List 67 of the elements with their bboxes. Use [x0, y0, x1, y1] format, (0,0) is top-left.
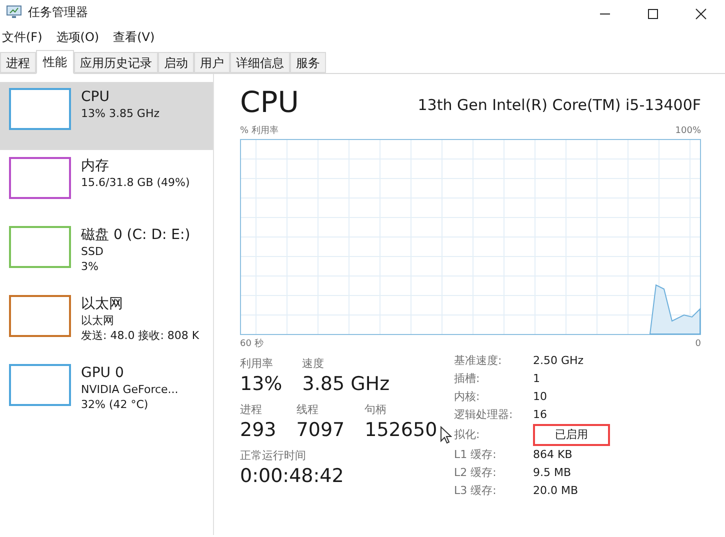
spec-label: L3 缓存:	[454, 483, 498, 499]
item-detail: 15.6/31.8 GB (49%)	[81, 175, 190, 190]
sidebar-item[interactable]: 以太网 以太网 发送: 48.0 接收: 808 K	[0, 289, 213, 357]
spec-value: 1	[533, 371, 541, 387]
tab[interactable]: 性能	[36, 50, 74, 74]
stat-label: 速度	[302, 357, 326, 371]
stat-label: 进程	[240, 403, 263, 417]
spec-value: 10	[533, 389, 548, 405]
item-name: CPU	[81, 88, 110, 106]
tab[interactable]: 启动	[158, 52, 194, 73]
menu-item[interactable]: 选项(O)	[56, 28, 100, 46]
stat-value: 3.85 GHz	[302, 372, 390, 397]
spec-label: 内核:	[454, 389, 481, 405]
stat-value: 7097	[296, 418, 345, 443]
spec-label: L1 缓存:	[454, 447, 498, 463]
stat-label: 利用率	[240, 357, 274, 371]
tab[interactable]: 应用历史记录	[74, 52, 158, 73]
axis-label: 0	[695, 338, 701, 350]
axis-label: 100%	[675, 125, 701, 138]
sidebar-item[interactable]: GPU 0 NVIDIA GeForce... 32% (42 °C)	[0, 358, 213, 426]
maximize-icon[interactable]	[647, 8, 659, 20]
highlight-box: 已启用	[533, 424, 610, 446]
tab[interactable]: 用户	[194, 52, 230, 73]
item-name: 以太网	[81, 295, 124, 313]
stat-value: 0:00:48:42	[240, 464, 344, 489]
item-name: 磁盘 0 (C: D: E:)	[81, 226, 190, 244]
spec-label: 基准速度:	[454, 353, 503, 369]
spec-value: 9.5 MB	[533, 465, 572, 481]
item-detail: SSD	[81, 244, 104, 259]
tab[interactable]: 服务	[290, 52, 326, 73]
cpu-model: 13th Gen Intel(R) Core(TM) i5-13400F	[418, 94, 701, 116]
item-detail: 以太网	[81, 313, 115, 328]
stat-label: 线程	[296, 403, 320, 417]
sidebar-item[interactable]: 磁盘 0 (C: D: E:) SSD 3%	[0, 220, 213, 288]
item-detail: 3%	[81, 259, 100, 274]
window-title: 任务管理器	[28, 4, 88, 21]
spec-value: 16	[533, 407, 548, 423]
stat-label: 正常运行时间	[240, 449, 307, 463]
item-name: 内存	[81, 157, 110, 175]
spec-value: 2.50 GHz	[533, 353, 585, 369]
stat-label: 句柄	[364, 403, 388, 417]
stat-value: 152650	[364, 418, 438, 443]
spec-label: L2 缓存:	[454, 465, 498, 481]
tab[interactable]: 进程	[0, 52, 36, 73]
menu-item[interactable]: 查看(V)	[113, 28, 155, 46]
stat-value: 13%	[240, 372, 282, 397]
menu-item[interactable]: 文件(F)	[2, 28, 42, 46]
spec-label: 插槽:	[454, 371, 481, 387]
item-name: GPU 0	[81, 364, 125, 382]
axis-label: 60 秒	[240, 338, 264, 350]
spec-value: 20.0 MB	[533, 483, 580, 499]
close-icon[interactable]	[695, 8, 707, 20]
cursor-icon	[440, 426, 452, 444]
item-detail: NVIDIA GeForce...	[81, 382, 178, 397]
axis-label: % 利用率	[240, 125, 278, 138]
item-detail: 发送: 48.0 接收: 808 K	[81, 328, 200, 343]
monitor-icon	[6, 5, 22, 19]
spec-label: 逻辑处理器:	[454, 407, 514, 423]
sidebar-item[interactable]: 内存 15.6/31.8 GB (49%)	[0, 151, 213, 219]
stat-value: 293	[240, 418, 276, 443]
item-detail: 32% (42 °C)	[81, 397, 150, 412]
sidebar-item[interactable]: CPU 13% 3.85 GHz	[0, 82, 213, 150]
spec-label: 拟化:	[454, 427, 480, 443]
spec-value: 864 KB	[533, 447, 574, 463]
tab[interactable]: 详细信息	[230, 52, 290, 73]
panel-title: CPU	[240, 84, 299, 120]
item-detail: 13% 3.85 GHz	[81, 106, 160, 121]
